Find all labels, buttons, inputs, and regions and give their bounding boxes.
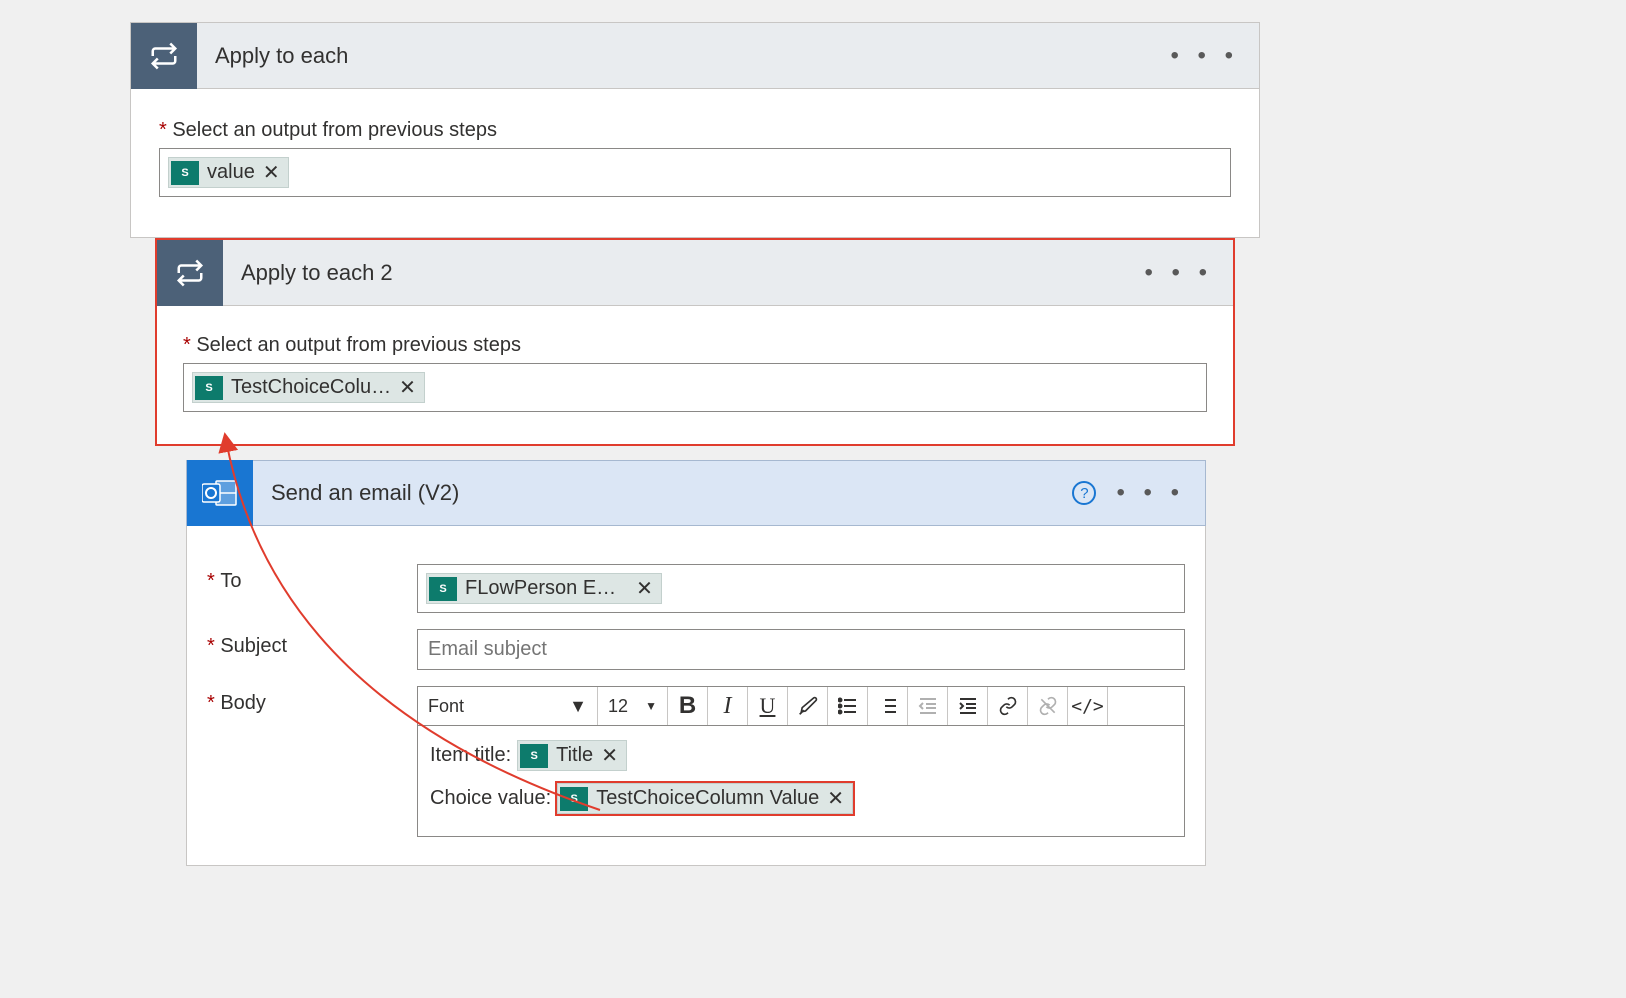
body-label: * Body xyxy=(207,686,417,715)
token-testchoicecolumn[interactable]: S TestChoiceColu… ✕ xyxy=(192,372,425,403)
font-select[interactable]: Font▼ xyxy=(418,687,598,725)
to-label: * To xyxy=(207,564,417,593)
more-menu-button[interactable]: • • • xyxy=(1170,42,1259,70)
outlook-icon xyxy=(187,460,253,526)
select-output-label: * Select an output from previous steps xyxy=(183,334,1207,357)
token-title[interactable]: S Title ✕ xyxy=(517,740,627,771)
remove-token-icon[interactable]: ✕ xyxy=(263,160,280,185)
help-icon[interactable]: ? xyxy=(1072,481,1096,505)
number-list-button[interactable] xyxy=(868,687,908,725)
remove-token-icon[interactable]: ✕ xyxy=(601,743,618,768)
italic-button[interactable]: I xyxy=(708,687,748,725)
sharepoint-icon: S xyxy=(171,161,199,185)
output-input[interactable]: S value ✕ xyxy=(159,148,1231,197)
card-header[interactable]: Send an email (V2) ? • • • xyxy=(186,460,1206,526)
token-flowperson[interactable]: S FLowPerson E… ✕ xyxy=(426,573,662,604)
color-picker-button[interactable] xyxy=(788,687,828,725)
card-title: Apply to each xyxy=(197,43,1170,69)
token-testchoicecolumn-value[interactable]: S TestChoiceColumn Value ✕ xyxy=(557,783,853,814)
token-value[interactable]: S value ✕ xyxy=(168,157,289,188)
bullet-list-button[interactable] xyxy=(828,687,868,725)
body-editor[interactable]: Item title: S Title ✕ Choice value: S xyxy=(417,726,1185,837)
subject-input[interactable] xyxy=(417,629,1185,670)
to-input[interactable]: S FLowPerson E… ✕ xyxy=(417,564,1185,613)
remove-token-icon[interactable]: ✕ xyxy=(827,786,844,811)
sharepoint-icon: S xyxy=(520,744,548,768)
font-size-select[interactable]: 12▼ xyxy=(598,687,668,725)
sharepoint-icon: S xyxy=(429,577,457,601)
body-text: Item title: xyxy=(430,744,511,767)
loop-icon xyxy=(157,240,223,306)
rte-toolbar: Font▼ 12▼ B I U xyxy=(417,686,1185,726)
link-button[interactable] xyxy=(988,687,1028,725)
indent-button[interactable] xyxy=(948,687,988,725)
bold-button[interactable]: B xyxy=(668,687,708,725)
more-menu-button[interactable]: • • • xyxy=(1144,259,1233,287)
unlink-button[interactable] xyxy=(1028,687,1068,725)
card-header[interactable]: Apply to each 2 • • • xyxy=(157,240,1233,306)
apply-to-each-card: Apply to each • • • * Select an output f… xyxy=(130,22,1260,238)
underline-button[interactable]: U xyxy=(748,687,788,725)
sharepoint-icon: S xyxy=(560,787,588,811)
outdent-button[interactable] xyxy=(908,687,948,725)
send-email-card: Send an email (V2) ? • • • * To S FLowPe… xyxy=(186,460,1206,866)
subject-label: * Subject xyxy=(207,629,417,658)
body-text: Choice value: xyxy=(430,787,551,810)
sharepoint-icon: S xyxy=(195,376,223,400)
select-output-label: * Select an output from previous steps xyxy=(159,119,1231,142)
output-input[interactable]: S TestChoiceColu… ✕ xyxy=(183,363,1207,412)
more-menu-button[interactable]: • • • xyxy=(1116,479,1205,507)
remove-token-icon[interactable]: ✕ xyxy=(399,375,416,400)
loop-icon xyxy=(131,23,197,89)
remove-token-icon[interactable]: ✕ xyxy=(636,576,653,601)
card-title: Apply to each 2 xyxy=(223,260,1144,286)
card-title: Send an email (V2) xyxy=(253,480,1072,506)
card-header[interactable]: Apply to each • • • xyxy=(131,23,1259,89)
apply-to-each-2-card: Apply to each 2 • • • * Select an output… xyxy=(155,238,1235,446)
code-view-button[interactable]: </> xyxy=(1068,687,1108,725)
